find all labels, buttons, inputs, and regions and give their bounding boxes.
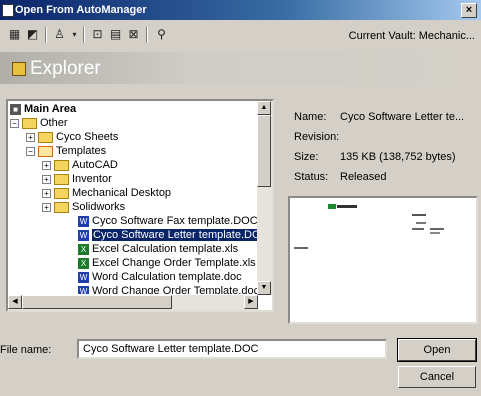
close-button[interactable]: ×	[461, 3, 477, 18]
explorer-title: Explorer	[30, 58, 101, 79]
title-bar: Open From AutoManager ×	[0, 0, 481, 20]
properties-icon[interactable]: ▤	[107, 26, 124, 43]
expand-icon[interactable]: +	[42, 160, 51, 170]
toolbar-separator	[45, 27, 47, 43]
folder-icon	[54, 201, 69, 213]
tree-item-file[interactable]: W Word Change Order Template.doc	[78, 285, 259, 294]
binoculars-icon[interactable]: ⚲	[153, 26, 170, 43]
workflow-icon[interactable]: ◩	[24, 26, 41, 43]
toolbar-separator	[146, 27, 148, 43]
scroll-down-button[interactable]: ▼	[257, 281, 271, 295]
collapse-icon[interactable]: −	[26, 146, 35, 156]
delete-icon[interactable]: ⊠	[125, 26, 142, 43]
file-name-label: File name:	[0, 344, 52, 356]
open-button[interactable]: Open	[397, 338, 477, 362]
vertical-scrollbar[interactable]: ▲ ▼	[257, 101, 272, 295]
tree-item-cyco-sheets[interactable]: + Cyco Sheets	[26, 131, 118, 144]
tree-item-file[interactable]: W Cyco Software Fax template.DOC	[78, 215, 258, 228]
toolbar-separator	[83, 27, 85, 43]
cancel-button[interactable]: Cancel	[398, 366, 476, 388]
scroll-left-button[interactable]: ◀	[8, 295, 22, 309]
folder-icon	[54, 173, 69, 185]
tree-item-solidworks[interactable]: + Solidworks	[42, 201, 125, 214]
details-view-icon[interactable]: ▦	[6, 26, 23, 43]
current-vault-label: Current Vault: Mechanic...	[348, 30, 475, 42]
tree-item-file[interactable]: X Excel Change Order Template.xls	[78, 257, 256, 270]
tree-item-templates[interactable]: − Templates	[26, 145, 106, 158]
new-folder-icon[interactable]: ⊡	[89, 26, 106, 43]
tree-item-file[interactable]: W Word Calculation template.doc	[78, 271, 242, 284]
expand-icon[interactable]: +	[42, 174, 51, 184]
expand-icon[interactable]: −	[10, 118, 19, 128]
scroll-up-button[interactable]: ▲	[257, 101, 271, 115]
chevron-down-icon[interactable]: ▾	[66, 26, 83, 43]
folder-icon	[54, 187, 69, 199]
window-title: Open From AutoManager	[15, 4, 147, 16]
file-name-input[interactable]	[77, 339, 387, 359]
expand-icon[interactable]: +	[42, 202, 51, 212]
tree-item-autocad[interactable]: + AutoCAD	[42, 159, 118, 172]
tree-item-other[interactable]: − Other	[10, 117, 68, 130]
word-doc-icon: W	[78, 271, 89, 283]
tree-item-main-area[interactable]: ■ Main Area	[10, 103, 76, 116]
word-doc-icon: W	[78, 229, 89, 241]
scroll-thumb[interactable]	[22, 295, 172, 309]
tree-item-file-selected[interactable]: W Cyco Software Letter template.DOC	[78, 229, 270, 242]
document-preview	[288, 196, 478, 324]
word-doc-icon: W	[78, 285, 89, 294]
tree-item-file[interactable]: X Excel Calculation template.xls	[78, 243, 238, 256]
scroll-right-button[interactable]: ▶	[244, 295, 258, 309]
expand-icon[interactable]: +	[26, 132, 35, 142]
excel-doc-icon: X	[78, 257, 89, 269]
open-folder-icon	[38, 145, 53, 157]
explorer-icon	[12, 62, 26, 76]
folder-icon	[54, 159, 69, 171]
scroll-thumb[interactable]	[257, 115, 271, 187]
tree-item-inventor[interactable]: + Inventor	[42, 173, 112, 186]
toolbar: ▦ ◩ ♙ ▾ ⊡ ▤ ⊠ ⚲ Current Vault: Mechanic.…	[0, 22, 481, 48]
app-icon	[2, 4, 14, 17]
word-doc-icon: W	[78, 215, 89, 227]
folder-tree[interactable]: ■ Main Area − Other + Cyco Sheets − Template…	[6, 99, 274, 312]
horizontal-scrollbar[interactable]: ◀ ▶	[8, 295, 258, 310]
excel-doc-icon: X	[78, 243, 89, 255]
explorer-header: Explorer	[0, 52, 481, 84]
expand-icon[interactable]: +	[42, 188, 51, 198]
folder-icon	[22, 117, 37, 129]
server-icon: ■	[10, 103, 21, 115]
preview-thumbnail	[294, 204, 444, 249]
folder-icon	[38, 131, 53, 143]
tree-item-mechanical-desktop[interactable]: + Mechanical Desktop	[42, 187, 171, 200]
file-properties-panel: Name: Cyco Software Letter te... Revisio…	[294, 111, 465, 183]
